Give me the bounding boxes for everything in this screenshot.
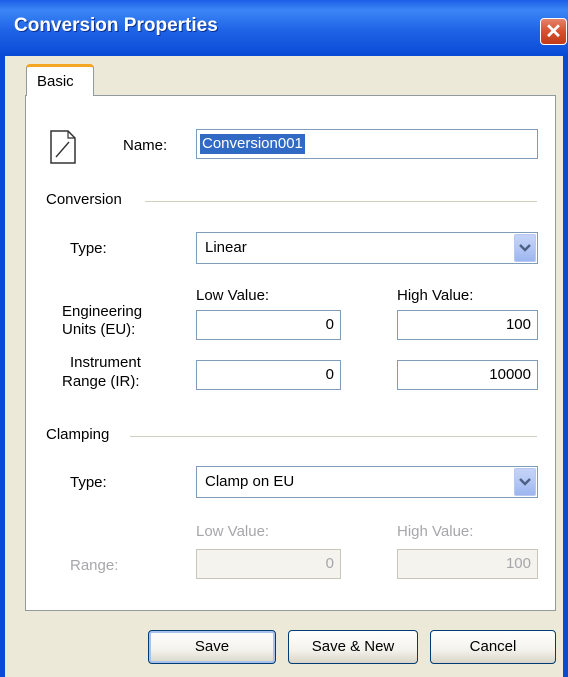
eu-high-header: High Value: bbox=[397, 287, 474, 304]
ir-low-input[interactable]: 0 bbox=[196, 360, 341, 390]
ir-high-input[interactable]: 10000 bbox=[397, 360, 538, 390]
dialog-window: Conversion Properties ✕ Basic Name: Conv… bbox=[0, 0, 568, 677]
ir-label-line2: Range (IR): bbox=[62, 373, 140, 390]
save-and-new-button[interactable]: Save & New bbox=[288, 630, 418, 664]
conversion-type-label: Type: bbox=[70, 240, 107, 257]
cancel-button[interactable]: Cancel bbox=[430, 630, 556, 664]
range-low-header: Low Value: bbox=[196, 523, 270, 540]
tab-basic-label: Basic bbox=[37, 73, 74, 90]
name-input-value: Conversion001 bbox=[200, 134, 305, 154]
document-icon bbox=[50, 130, 76, 164]
window-title: Conversion Properties bbox=[14, 15, 218, 36]
conversion-type-dropdown-button[interactable] bbox=[514, 234, 536, 262]
window-frame-left bbox=[0, 56, 5, 677]
range-low-input[interactable]: 0 bbox=[196, 549, 341, 579]
tab-panel bbox=[25, 95, 556, 611]
conversion-type-select[interactable]: Linear bbox=[196, 232, 538, 264]
title-bar[interactable]: Conversion Properties ✕ bbox=[0, 0, 568, 56]
name-input[interactable]: Conversion001 bbox=[196, 129, 538, 159]
clamping-type-select[interactable]: Clamp on EU bbox=[196, 466, 538, 498]
close-button[interactable]: ✕ bbox=[540, 18, 567, 45]
chevron-down-icon bbox=[519, 244, 531, 252]
save-button[interactable]: Save bbox=[148, 630, 276, 664]
conversion-group-divider bbox=[145, 201, 537, 202]
tab-basic[interactable]: Basic bbox=[26, 64, 94, 96]
clamping-type-value: Clamp on EU bbox=[205, 473, 295, 490]
conversion-type-value: Linear bbox=[205, 239, 247, 256]
clamping-group-label: Clamping bbox=[46, 426, 110, 443]
name-label: Name: bbox=[123, 137, 168, 154]
clamping-type-label: Type: bbox=[70, 474, 107, 491]
eu-high-input[interactable]: 100 bbox=[397, 310, 538, 340]
range-label: Range: bbox=[70, 557, 119, 574]
conversion-group-label: Conversion bbox=[46, 191, 122, 208]
eu-low-header: Low Value: bbox=[196, 287, 270, 304]
eu-label-line2: Units (EU): bbox=[62, 321, 136, 338]
range-high-input[interactable]: 100 bbox=[397, 549, 538, 579]
ir-label-line1: Instrument bbox=[70, 354, 141, 371]
range-high-header: High Value: bbox=[397, 523, 474, 540]
window-frame-right bbox=[563, 56, 568, 677]
eu-low-input[interactable]: 0 bbox=[196, 310, 341, 340]
clamping-type-dropdown-button[interactable] bbox=[514, 468, 536, 496]
chevron-down-icon bbox=[519, 478, 531, 486]
close-icon: ✕ bbox=[545, 21, 562, 43]
clamping-group-divider bbox=[130, 436, 537, 437]
eu-label-line1: Engineering bbox=[62, 303, 143, 320]
